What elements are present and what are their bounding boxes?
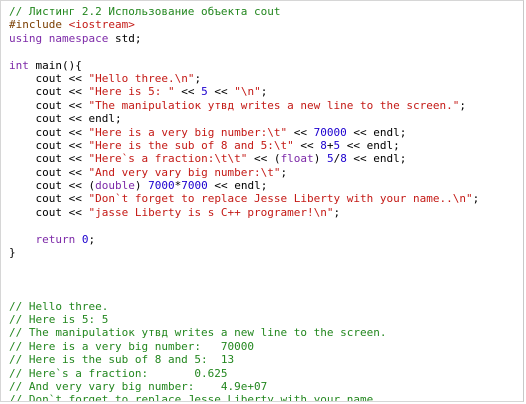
code-token: << xyxy=(207,85,235,99)
code-token: ; xyxy=(472,192,480,206)
code-token: 7000 xyxy=(181,179,208,193)
code-token: cout << xyxy=(9,138,89,152)
code-line: cout << (double) 7000*7000 << endl; xyxy=(9,179,523,192)
code-line: // The manipulatioк утвд writes a new li… xyxy=(9,326,523,339)
code-token: "Hello three.\n" xyxy=(88,71,195,85)
code-token: "Here`s a fraction:\t\t" xyxy=(88,152,248,166)
code-line: cout << "Here is 5: " << 5 << "\n"; xyxy=(9,85,523,98)
code-line: ​ xyxy=(9,45,523,58)
code-token: // Here is 5: 5 xyxy=(9,312,109,326)
code-token: cout << xyxy=(9,205,89,219)
code-token: <iostream> xyxy=(68,18,135,32)
code-token: } xyxy=(9,246,16,260)
code-token: cout << xyxy=(9,71,89,85)
code-line: cout << "Don`t forget to replace Jesse L… xyxy=(9,192,523,205)
code-token: 8 xyxy=(320,138,327,152)
code-line: // And very vary big number: 4.9e+07 xyxy=(9,380,523,393)
code-token: cout << xyxy=(9,165,89,179)
code-editor[interactable]: // Листинг 2.2 Использование объекта cou… xyxy=(0,0,524,402)
code-line: #include <iostream> xyxy=(9,18,523,31)
code-token: #include xyxy=(9,18,69,32)
code-token: 5 xyxy=(326,152,334,166)
code-token: cout << xyxy=(9,125,89,139)
code-token: ; xyxy=(260,85,268,99)
code-token: 70000 xyxy=(313,125,347,139)
code-token: // The manipulatioк утвд writes a new li… xyxy=(9,326,387,340)
code-token: cout << xyxy=(9,192,89,206)
code-token: "jasse Liberty is s C++ programer!\n" xyxy=(88,205,334,219)
code-token: // Don`t forget to replace Jesse Liberty… xyxy=(9,393,387,402)
code-token: ; xyxy=(280,165,288,179)
code-line: ​ xyxy=(9,219,523,232)
code-token: "The manipulatioк утвд writes a new line… xyxy=(88,98,460,112)
code-line: cout << "Here is the sub of 8 and 5:\t" … xyxy=(9,139,523,152)
code-line: } xyxy=(9,246,523,259)
code-line: // Here is the sub of 8 and 5: 13 xyxy=(9,353,523,366)
code-line: // Hello three. xyxy=(9,300,523,313)
code-line: cout << endl; xyxy=(9,112,523,125)
code-token: cout << xyxy=(9,152,89,166)
code-line: ​ xyxy=(9,286,523,299)
code-token: "Don`t forget to replace Jesse Liberty w… xyxy=(88,192,473,206)
code-token: return xyxy=(9,232,76,246)
code-line: // Here is a very big number: 70000 xyxy=(9,340,523,353)
code-line: int main(){ xyxy=(9,59,523,72)
code-token: << xyxy=(293,138,321,152)
code-token: ) xyxy=(134,179,149,193)
code-token: cout << endl; xyxy=(9,112,122,126)
code-token: 7000 xyxy=(148,179,175,193)
code-line: cout << "Here`s a fraction:\t\t" << (flo… xyxy=(9,152,523,165)
code-line: cout << "The manipulatioк утвд writes a … xyxy=(9,99,523,112)
code-token: ; xyxy=(88,232,96,246)
code-line: return 0; xyxy=(9,233,523,246)
code-token: 5 xyxy=(201,85,208,99)
code-token: 8 xyxy=(340,152,347,166)
code-token: << ( xyxy=(247,152,281,166)
code-token: ) xyxy=(313,152,327,166)
code-token: std; xyxy=(108,31,142,45)
code-token: << endl; xyxy=(340,138,400,152)
code-token: "Here is the sub of 8 and 5:\t" xyxy=(88,138,294,152)
code-line: cout << "Here is a very big number:\t" <… xyxy=(9,126,523,139)
code-line: ​ xyxy=(9,273,523,286)
code-token: "Here is 5: " xyxy=(88,85,175,99)
code-token: using namespace xyxy=(9,31,109,45)
code-token: cout << xyxy=(9,98,89,112)
code-token: "\n" xyxy=(234,85,261,99)
code-line: using namespace std; xyxy=(9,32,523,45)
code-line: // Листинг 2.2 Использование объекта cou… xyxy=(9,5,523,18)
code-token: // Here`s a fraction: 0.625 xyxy=(9,366,228,380)
code-token: << endl; xyxy=(207,179,268,193)
code-token: int xyxy=(9,58,29,72)
code-token: ; xyxy=(459,98,466,112)
code-token: << endl; xyxy=(346,125,407,139)
code-token: + xyxy=(326,138,334,152)
code-token: cout << ( xyxy=(9,179,96,193)
code-token: // Here is the sub of 8 and 5: 13 xyxy=(9,353,235,367)
code-line: // Here`s a fraction: 0.625 xyxy=(9,367,523,380)
code-text-area[interactable]: // Листинг 2.2 Использование объекта cou… xyxy=(1,1,523,402)
code-token: ; xyxy=(333,205,341,219)
code-line: // Here is 5: 5 xyxy=(9,313,523,326)
code-token: float xyxy=(280,152,314,166)
code-token: ; xyxy=(194,71,202,85)
code-token: << xyxy=(287,125,314,139)
code-line: cout << "And very vary big number:\t"; xyxy=(9,166,523,179)
code-line: cout << "jasse Liberty is s C++ programe… xyxy=(9,206,523,219)
code-token: cout << xyxy=(9,85,89,99)
code-token: // And very vary big number: 4.9e+07 xyxy=(9,379,268,393)
code-line: cout << "Hello three.\n"; xyxy=(9,72,523,85)
code-token: main(){ xyxy=(28,58,82,72)
code-token: << endl; xyxy=(346,152,407,166)
code-line: ​ xyxy=(9,259,523,272)
code-token: "And very vary big number:\t" xyxy=(88,165,281,179)
code-token: double xyxy=(95,179,135,193)
code-line: // Don`t forget to replace Jesse Liberty… xyxy=(9,393,523,402)
code-token: // Here is a very big number: 70000 xyxy=(9,339,255,353)
code-token: // Листинг 2.2 Использование объекта cou… xyxy=(9,5,281,18)
code-token: // Hello three. xyxy=(9,299,109,313)
code-token: "Here is a very big number:\t" xyxy=(88,125,288,139)
code-token: << xyxy=(174,85,202,99)
